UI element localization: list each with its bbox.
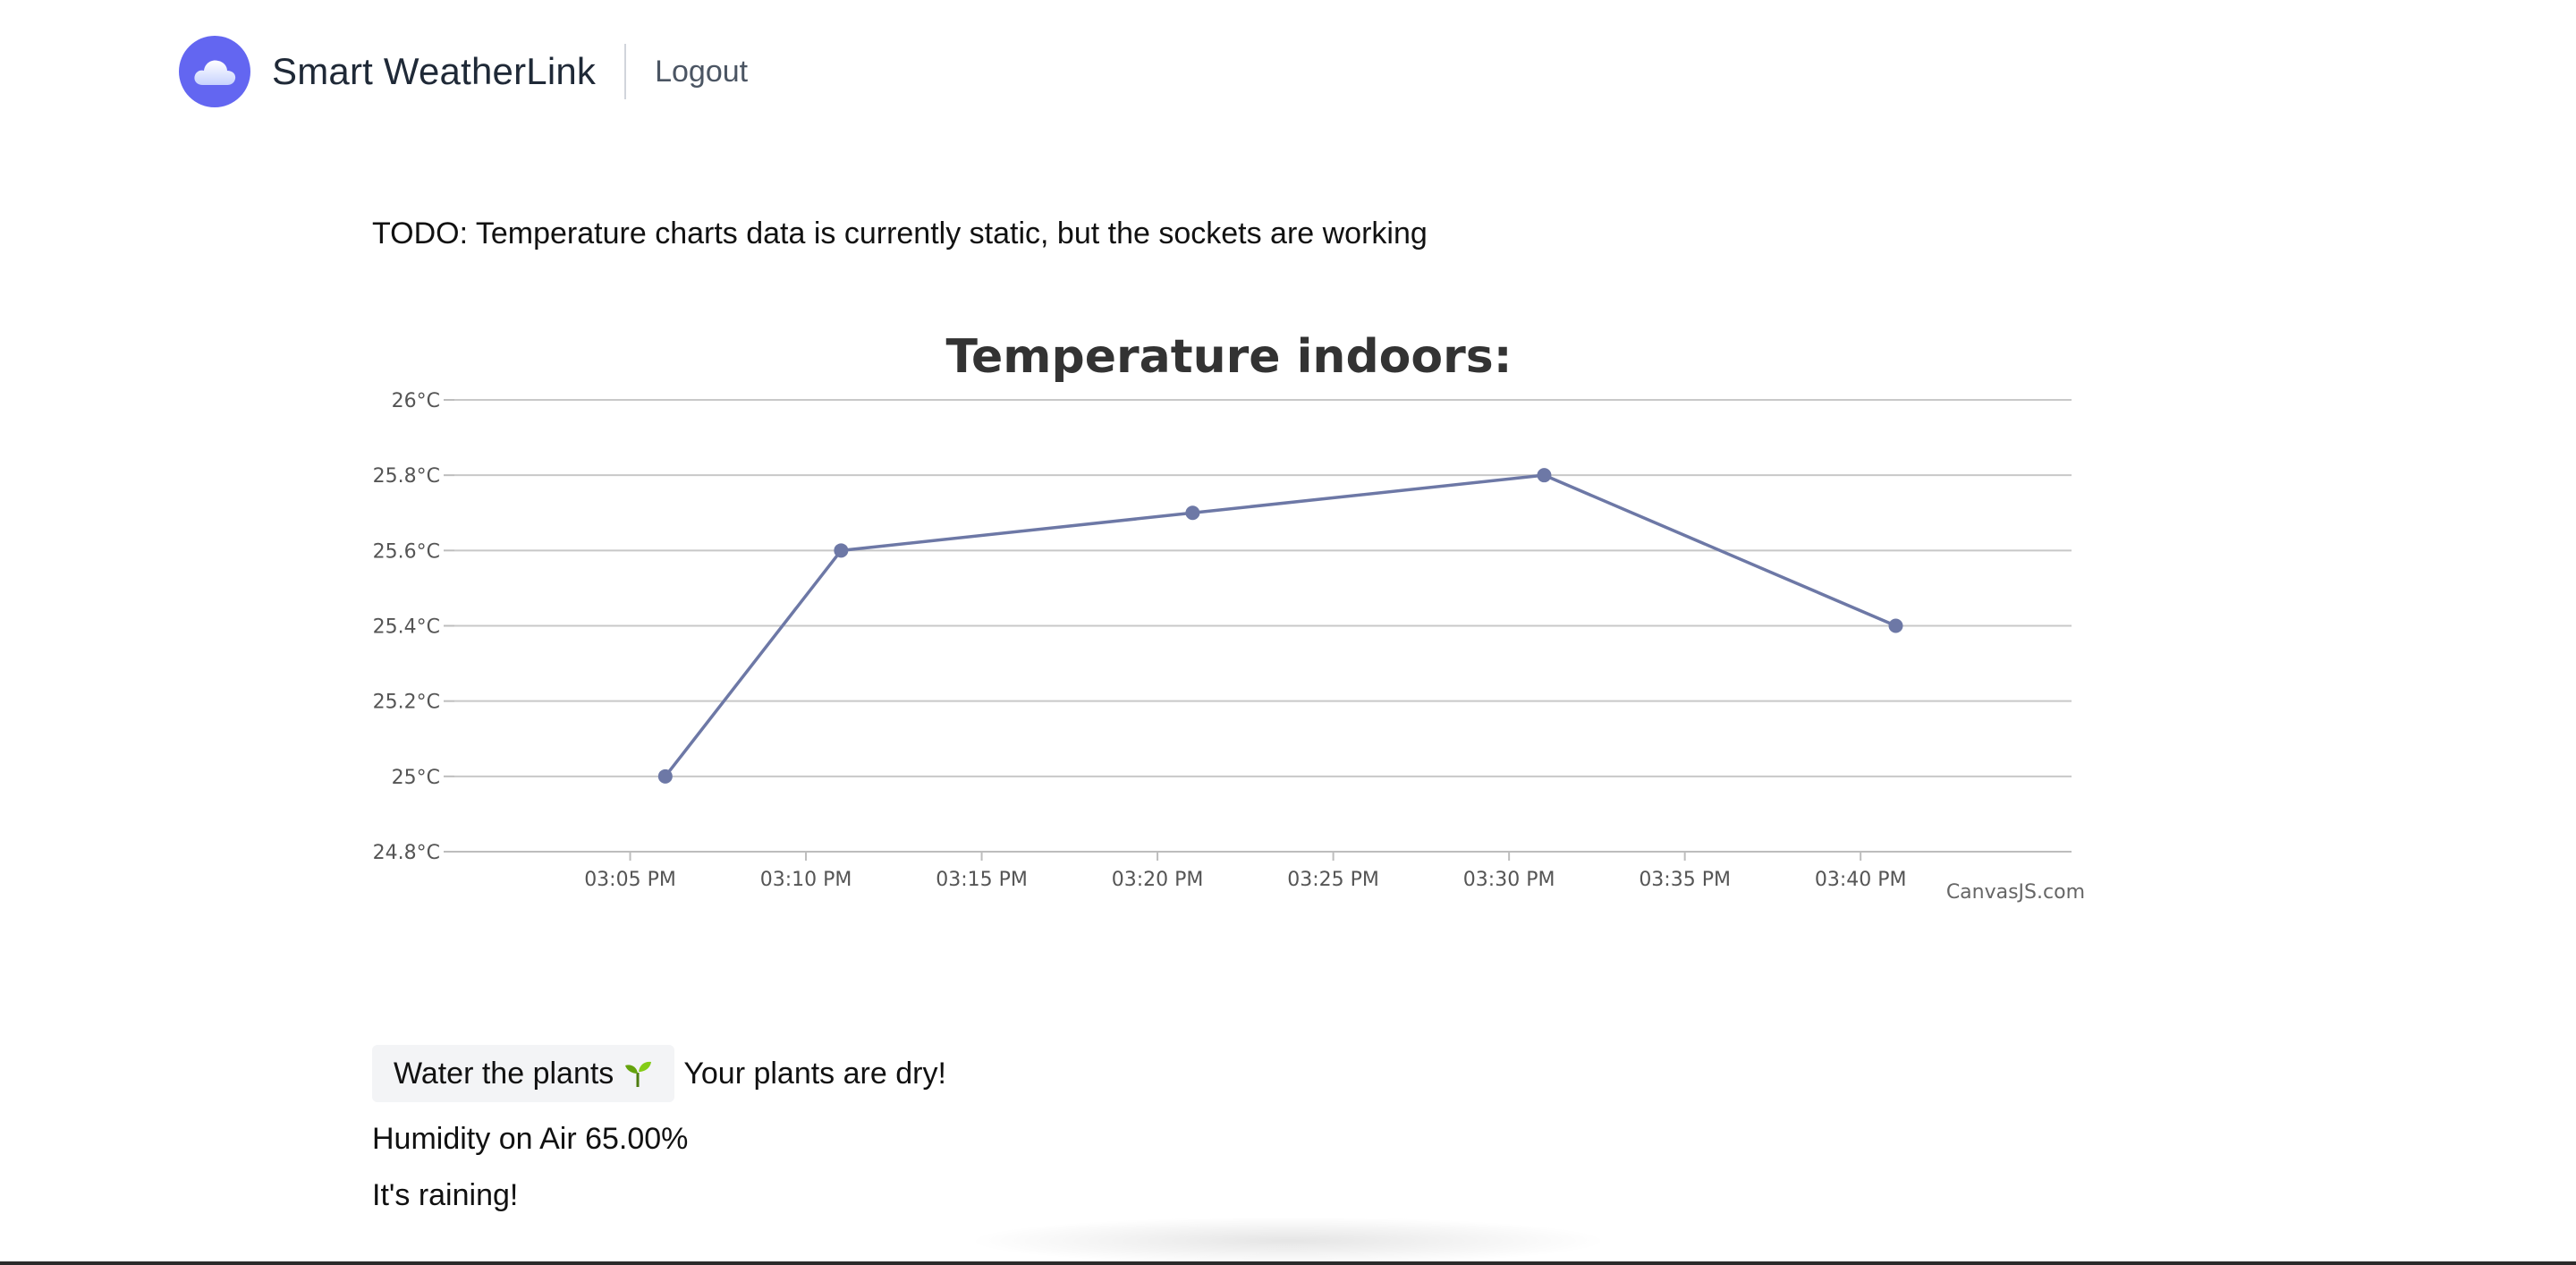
x-tick-label: 03:40 PM bbox=[1815, 869, 1907, 891]
chart-grid bbox=[454, 399, 2072, 853]
x-tick-label: 03:10 PM bbox=[760, 869, 852, 891]
x-tick-label: 03:25 PM bbox=[1287, 869, 1379, 891]
temperature-line bbox=[664, 473, 1897, 777]
y-tick-label: 25.6°C bbox=[373, 540, 440, 563]
y-tick-label: 24.8°C bbox=[373, 842, 440, 864]
todo-note: TODO: Temperature charts data is current… bbox=[372, 216, 1428, 250]
cloud-icon bbox=[194, 60, 236, 85]
y-tick-label: 25.2°C bbox=[373, 692, 440, 714]
header-divider bbox=[624, 44, 627, 99]
plants-status: Your plants are dry! bbox=[683, 1056, 946, 1091]
chart-series bbox=[657, 468, 1903, 784]
x-tick-label: 03:15 PM bbox=[936, 869, 1028, 891]
temperature-point bbox=[1537, 468, 1552, 483]
x-tick-label: 03:30 PM bbox=[1463, 869, 1555, 891]
app-title: Smart WeatherLink bbox=[272, 50, 597, 92]
temperature-point bbox=[1888, 618, 1903, 633]
y-tick-label: 25.4°C bbox=[373, 616, 440, 639]
window-bottom-edge bbox=[0, 1261, 2576, 1265]
page: Smart WeatherLink Logout TODO: Temperatu… bbox=[0, 0, 2576, 1265]
y-tick-label: 25.8°C bbox=[373, 465, 440, 488]
sprout-icon bbox=[625, 1061, 652, 1087]
x-tick-label: 03:35 PM bbox=[1639, 869, 1731, 891]
y-tick-label: 25°C bbox=[392, 767, 440, 789]
chart-axes: 24.8°C 25°C 25.2°C 25.4°C 25.6°C 25.8°C 26°C 03… bbox=[373, 390, 2072, 891]
x-tick-label: 03:05 PM bbox=[584, 869, 676, 891]
chart-title: Temperature indoors: bbox=[945, 330, 1512, 384]
water-plants-button[interactable]: Water the plants bbox=[372, 1045, 675, 1102]
rain-status: It's raining! bbox=[372, 1178, 519, 1212]
water-plants-label: Water the plants bbox=[394, 1056, 614, 1091]
water-row: Water the plants Your plants are dry! bbox=[372, 1045, 946, 1102]
y-tick-label: 26°C bbox=[392, 390, 440, 412]
bottom-shadow bbox=[966, 1217, 1610, 1265]
temperature-point bbox=[1185, 505, 1200, 521]
temperature-point bbox=[657, 768, 673, 784]
app-logo[interactable] bbox=[179, 36, 250, 107]
chart-credit[interactable]: CanvasJS.com bbox=[1946, 881, 2085, 904]
status-panel: Water the plants Your plants are dry! Hu… bbox=[372, 1045, 946, 1213]
temperature-point bbox=[834, 543, 849, 558]
header: Smart WeatherLink Logout bbox=[179, 36, 748, 107]
logout-link[interactable]: Logout bbox=[655, 55, 748, 89]
humidity-reading: Humidity on Air 65.00% bbox=[372, 1122, 689, 1156]
x-tick-label: 03:20 PM bbox=[1112, 869, 1204, 891]
